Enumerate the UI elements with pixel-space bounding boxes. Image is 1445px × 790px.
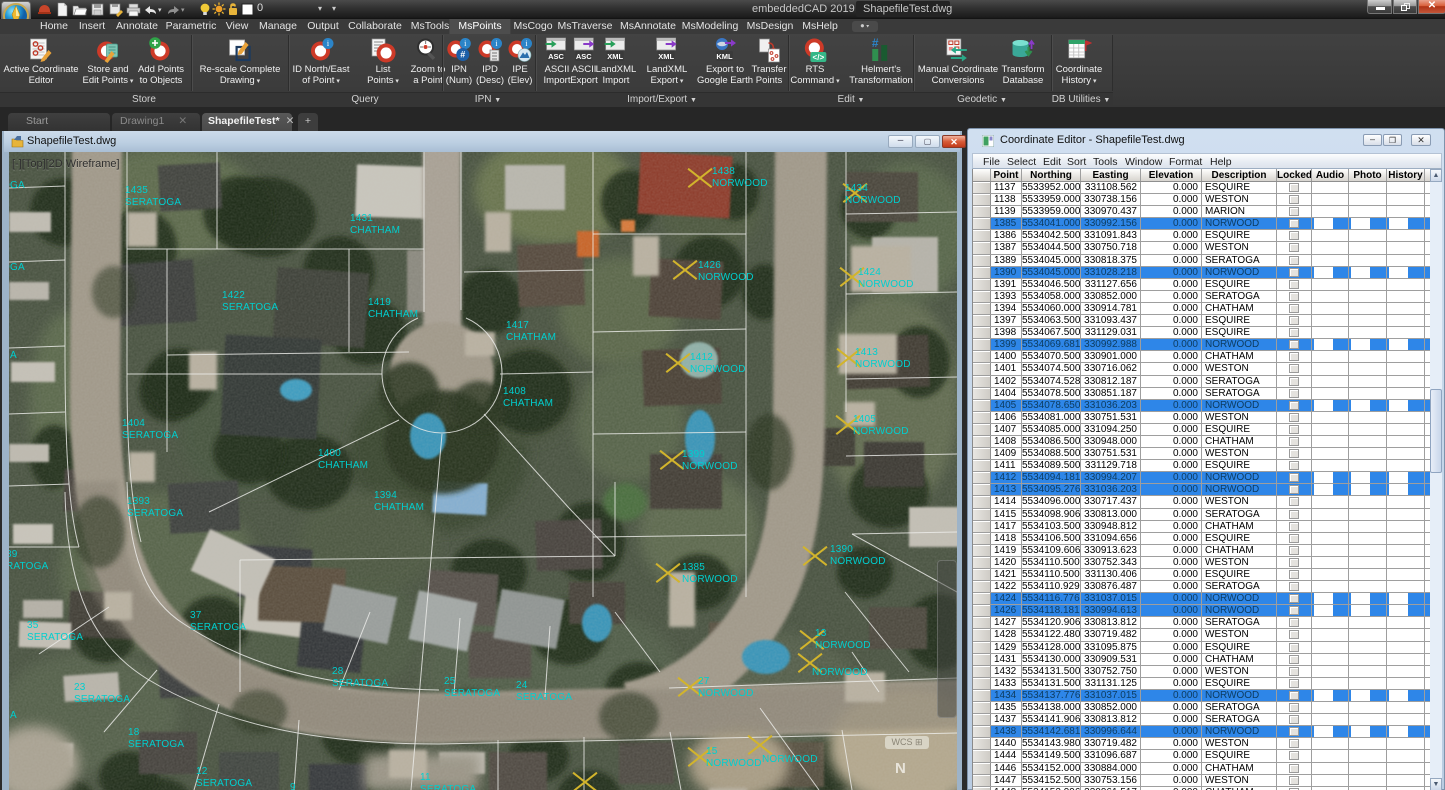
svg-text:KML: KML xyxy=(716,52,733,61)
svg-text:XML: XML xyxy=(608,52,624,61)
svg-text:</>: </> xyxy=(812,53,824,62)
svg-text:#: # xyxy=(872,37,879,50)
svg-text:#: # xyxy=(460,50,465,60)
svg-text:XML: XML xyxy=(659,52,675,61)
svg-text:ASC: ASC xyxy=(549,52,565,61)
svg-text:ASC: ASC xyxy=(576,52,592,61)
